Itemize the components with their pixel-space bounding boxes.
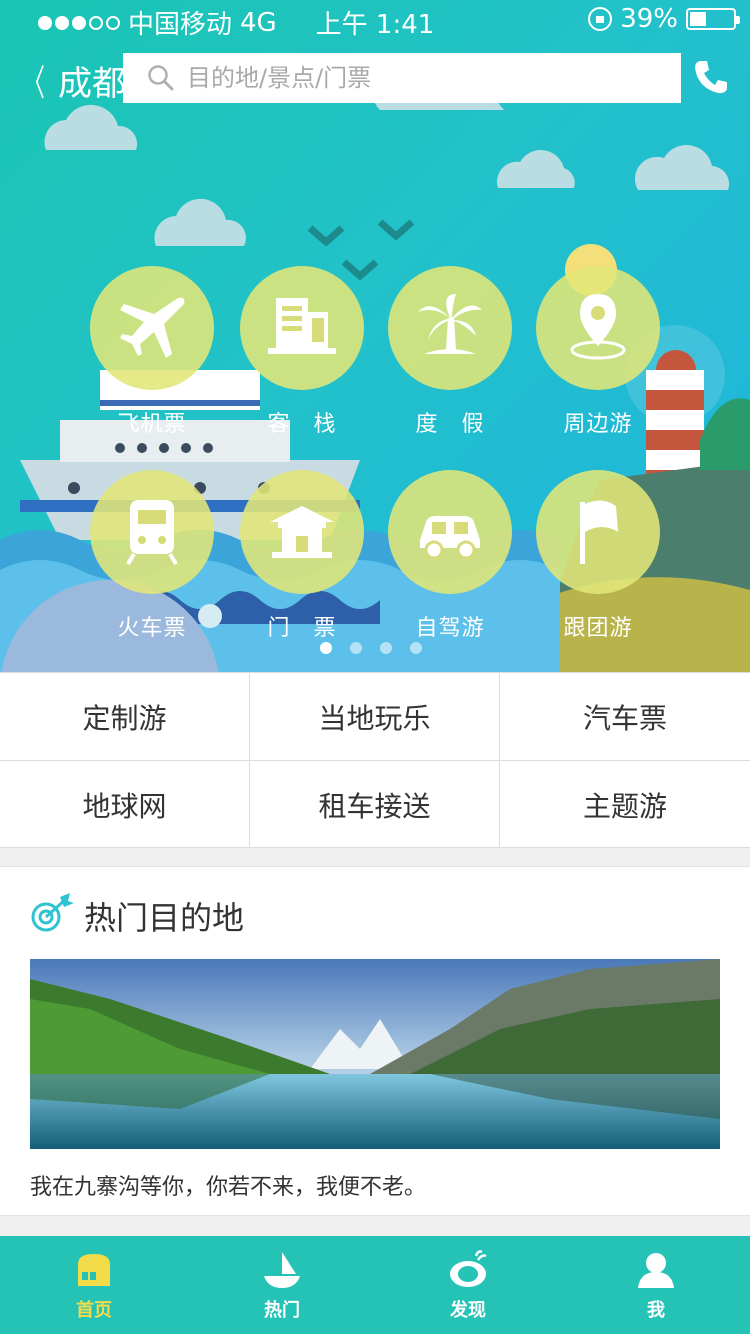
page-dot[interactable]	[410, 642, 422, 654]
category-flight[interactable]: 飞机票	[90, 266, 214, 438]
category-train[interactable]: 火车票	[90, 470, 214, 642]
plane-icon	[90, 266, 214, 390]
category-grid: 飞机票 客 栈 度 假 周边游 火车票 门 票 自驾游 跟团游	[0, 0, 750, 672]
tab-bar: 首页 热门 发现 我	[0, 1236, 750, 1334]
destination-image[interactable]	[30, 959, 720, 1149]
category-label: 跟团游	[563, 616, 633, 641]
category-label: 火车票	[117, 616, 187, 641]
page-dot[interactable]	[380, 642, 392, 654]
section-title: 热门目的地	[84, 899, 245, 937]
discover-icon	[450, 1250, 487, 1287]
carousel-indicator	[320, 642, 422, 654]
category-group-tour[interactable]: 跟团游	[536, 470, 660, 642]
category-vacation[interactable]: 度 假	[388, 266, 512, 438]
quick-links-grid: 定制游 当地玩乐 汽车票 地球网 租车接送 主题游	[0, 672, 750, 849]
home-icon	[78, 1254, 110, 1286]
hero-banner: 中国移动 4G 上午 1:41 39% 〈 成都 目的地/景点/门票 飞机票 客…	[0, 0, 750, 672]
page-dot[interactable]	[320, 642, 332, 654]
quick-link[interactable]: 定制游	[0, 673, 250, 761]
car-icon	[388, 470, 512, 594]
category-label: 度 假	[415, 412, 485, 437]
destination-caption: 我在九寨沟等你，你若不来，我便不老。	[30, 1175, 427, 1200]
location-pin-icon	[536, 266, 660, 390]
quick-link[interactable]: 汽车票	[500, 673, 750, 761]
sailboat-icon	[264, 1252, 300, 1288]
category-label: 门 票	[267, 616, 337, 641]
category-nearby[interactable]: 周边游	[536, 266, 660, 438]
quick-link[interactable]: 主题游	[500, 761, 750, 849]
flag-icon	[536, 470, 660, 594]
category-tickets[interactable]: 门 票	[240, 470, 364, 642]
category-label: 飞机票	[117, 412, 187, 437]
tab-hot[interactable]: 热门	[232, 1236, 332, 1334]
category-label: 客 栈	[267, 412, 337, 437]
quick-link[interactable]: 地球网	[0, 761, 250, 849]
train-icon	[90, 470, 214, 594]
category-inn[interactable]: 客 栈	[240, 266, 364, 438]
tab-label: 热门	[264, 1300, 300, 1321]
quick-link[interactable]: 租车接送	[250, 761, 500, 849]
tab-label: 首页	[76, 1300, 112, 1321]
hot-destinations-section: 热门目的地 我在九寨沟等你，你若不来，我便不老。	[0, 866, 750, 1216]
tab-me[interactable]: 我	[606, 1236, 706, 1334]
tab-label: 我	[647, 1300, 665, 1321]
inn-icon	[240, 266, 364, 390]
page-dot[interactable]	[350, 642, 362, 654]
tab-discover[interactable]: 发现	[418, 1236, 518, 1334]
category-label: 自驾游	[415, 616, 485, 641]
quick-link[interactable]: 当地玩乐	[250, 673, 500, 761]
category-label: 周边游	[563, 412, 633, 437]
temple-icon	[240, 470, 364, 594]
category-self-drive[interactable]: 自驾游	[388, 470, 512, 642]
target-icon	[31, 893, 74, 932]
user-icon	[638, 1253, 674, 1288]
tab-label: 发现	[450, 1300, 486, 1321]
palm-tree-icon	[388, 266, 512, 390]
tab-home[interactable]: 首页	[44, 1236, 144, 1334]
